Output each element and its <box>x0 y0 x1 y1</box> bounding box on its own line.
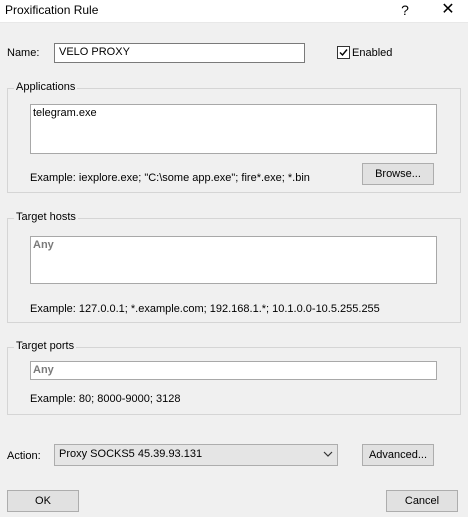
enabled-label: Enabled <box>352 47 393 59</box>
chevron-down-icon <box>323 451 333 457</box>
help-button[interactable]: ? <box>397 2 413 18</box>
action-select[interactable]: Proxy SOCKS5 45.39.93.131 <box>54 444 338 466</box>
action-selected-value: Proxy SOCKS5 45.39.93.131 <box>59 448 203 460</box>
name-label: Name: <box>7 47 40 59</box>
cancel-button[interactable]: Cancel <box>386 490 458 512</box>
target-hosts-title: Target hosts <box>14 211 78 223</box>
applications-input[interactable]: telegram.exe <box>30 104 437 154</box>
name-input[interactable]: VELO PROXY <box>54 43 305 63</box>
target-ports-title: Target ports <box>14 340 77 352</box>
action-label: Action: <box>7 450 41 462</box>
applications-title: Applications <box>14 81 78 93</box>
close-button[interactable]: ✕ <box>437 0 459 20</box>
ok-button[interactable]: OK <box>7 490 79 512</box>
target-ports-example: Example: 80; 8000-9000; 3128 <box>30 393 181 405</box>
checkmark-icon <box>339 49 348 57</box>
enabled-checkbox[interactable] <box>337 46 350 59</box>
window-title: Proxification Rule <box>5 3 99 17</box>
applications-example: Example: iexplore.exe; "C:\some app.exe"… <box>30 172 310 184</box>
target-ports-input[interactable]: Any <box>30 361 437 380</box>
title-bar: Proxification Rule ? ✕ <box>0 0 468 23</box>
target-hosts-example: Example: 127.0.0.1; *.example.com; 192.1… <box>30 303 380 315</box>
target-hosts-input[interactable]: Any <box>30 236 437 284</box>
advanced-button[interactable]: Advanced... <box>362 444 434 466</box>
browse-button[interactable]: Browse... <box>362 163 434 185</box>
